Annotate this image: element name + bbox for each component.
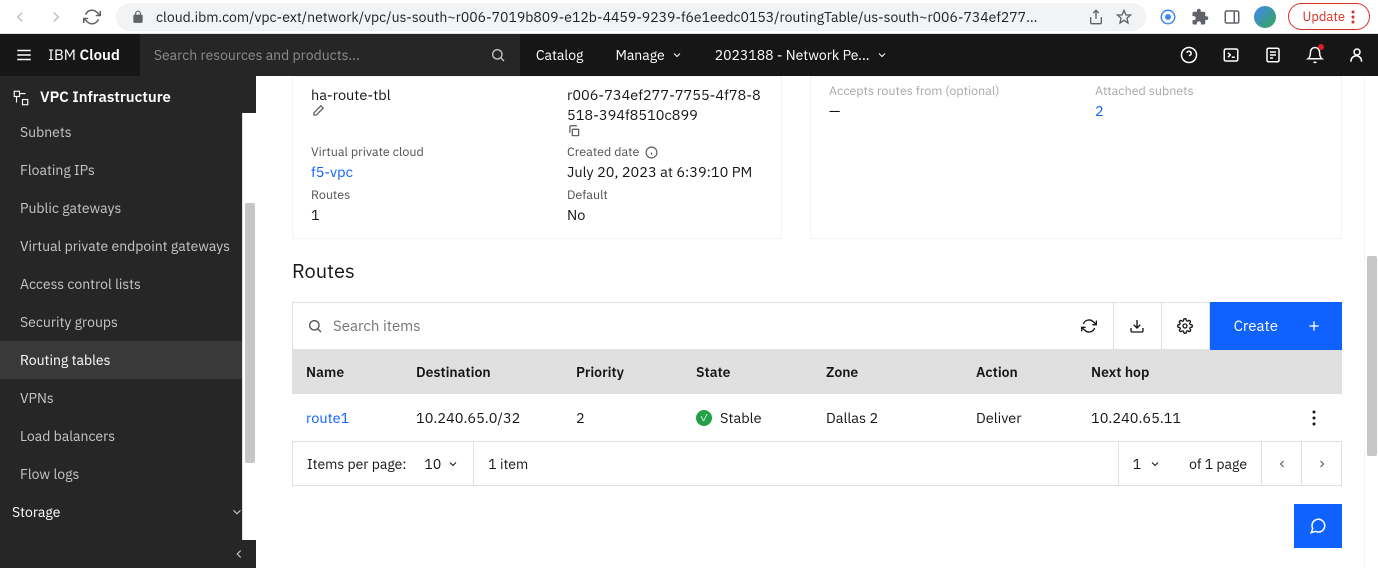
manage-dropdown[interactable]: Manage [599,34,698,76]
routes-table: Name Destination Priority State Zone Act… [292,350,1342,442]
sidebar-item-vpe-gateways[interactable]: Virtual private endpoint gateways [0,227,256,265]
row-overflow-menu[interactable] [1298,410,1342,426]
items-per-page-select[interactable]: 10 [424,455,459,473]
table-row[interactable]: route1 10.240.65.0/32 2 ✓Stable Dallas 2… [292,394,1342,442]
edit-icon[interactable] [311,104,531,118]
search-icon[interactable] [490,47,506,63]
col-nexthop[interactable]: Next hop [1077,363,1298,381]
sidebar-collapse-button[interactable] [0,540,256,568]
sidebar-item-flow-logs[interactable]: Flow logs [0,455,256,493]
download-button[interactable] [1114,302,1162,350]
brand-logo[interactable]: IBM Cloud [48,46,140,65]
prev-page-button[interactable] [1261,442,1301,485]
routes-count-label: Routes [311,187,531,203]
search-icon [307,318,323,334]
sidebar-item-vpns[interactable]: VPNs [0,379,256,417]
default-label: Default [567,187,608,203]
sidebar-item-public-gateways[interactable]: Public gateways [0,189,256,227]
refresh-button[interactable] [1066,302,1114,350]
browser-forward-button[interactable] [44,5,68,29]
menu-toggle-button[interactable] [0,46,48,64]
notifications-icon[interactable] [1294,34,1336,76]
subnets-label: Attached subnets [1095,83,1194,99]
main-scrollbar[interactable] [1364,76,1378,568]
route-table-id: r006-734ef277-7755-4f78-8518-394f8510c89… [567,83,761,138]
browser-url-bar[interactable]: cloud.ibm.com/vpc-ext/network/vpc/us-sou… [116,3,1146,31]
accepts-label: Accepts routes from (optional) [829,83,1059,99]
chat-button[interactable] [1294,504,1342,548]
info-icon[interactable] [645,146,658,159]
route-nexthop: 10.240.65.11 [1077,408,1298,427]
create-route-button[interactable]: Create [1210,302,1342,350]
route-zone: Dallas 2 [812,408,962,427]
browser-url-text: cloud.ibm.com/vpc-ext/network/vpc/us-sou… [156,8,1078,26]
sidebar-item-acls[interactable]: Access control lists [0,265,256,303]
page-select[interactable]: 1 [1118,442,1175,485]
route-name-link[interactable]: route1 [292,408,402,427]
global-search-input[interactable] [154,46,490,64]
sidebar-item-routing-tables[interactable]: Routing tables [0,341,256,379]
profile-avatar[interactable] [1254,6,1276,28]
browser-reload-button[interactable] [80,5,104,29]
browser-back-button[interactable] [8,5,32,29]
infrastructure-icon [12,89,30,107]
col-zone[interactable]: Zone [812,363,962,381]
page-of-label: of 1 page [1175,442,1261,485]
route-destination: 10.240.65.0/32 [402,408,562,427]
sidebar-item-load-balancers[interactable]: Load balancers [0,417,256,455]
user-icon[interactable] [1336,34,1378,76]
subnets-link[interactable]: 2 [1095,99,1194,120]
created-value: July 20, 2023 at 6:39:10 PM [567,160,752,181]
share-icon[interactable] [1086,7,1106,27]
vpc-link[interactable]: f5-vpc [311,160,531,181]
shell-icon[interactable] [1210,34,1252,76]
table-pagination: Items per page: 10 1 item 1 of 1 page [292,442,1342,486]
puzzle-icon[interactable] [1190,7,1210,27]
accepts-value: — [829,99,1059,120]
col-name[interactable]: Name [292,363,402,381]
items-per-page-label: Items per page: [307,455,406,473]
cost-icon[interactable] [1252,34,1294,76]
sidebar-item-security-groups[interactable]: Security groups [0,303,256,341]
lock-icon [128,7,148,27]
routes-search-box[interactable] [292,302,1066,350]
route-priority: 2 [562,408,682,427]
col-priority[interactable]: Priority [562,363,682,381]
account-dropdown[interactable]: 2023188 - Network Pe... [699,34,904,76]
col-state[interactable]: State [682,363,812,381]
checkmark-icon: ✓ [696,410,712,426]
sidebar-item-floating-ips[interactable]: Floating IPs [0,151,256,189]
routes-heading: Routes [292,257,1342,284]
sidebar-scrollbar[interactable] [242,113,256,540]
route-state: ✓Stable [682,408,812,427]
notification-dot [1318,44,1324,50]
routes-search-input[interactable] [333,317,1052,336]
browser-update-button[interactable]: Update [1288,3,1370,30]
item-count: 1 item [474,455,1117,473]
created-label: Created date [567,144,752,160]
route-action: Deliver [962,408,1077,427]
sidebar-item-subnets[interactable]: Subnets [0,113,256,151]
global-search[interactable] [140,34,520,76]
col-action[interactable]: Action [962,363,1077,381]
copy-icon[interactable] [567,124,761,138]
sidepanel-icon[interactable] [1222,7,1242,27]
default-value: No [567,203,608,224]
sidebar-title: VPC Infrastructure [0,76,256,113]
extension-icon[interactable] [1158,7,1178,27]
route-table-name: ha-route-tbl [311,83,531,118]
next-page-button[interactable] [1301,442,1341,485]
help-icon[interactable] [1168,34,1210,76]
catalog-link[interactable]: Catalog [520,34,600,76]
col-destination[interactable]: Destination [402,363,562,381]
routes-count-value: 1 [311,203,531,224]
star-icon[interactable] [1114,7,1134,27]
vpc-label: Virtual private cloud [311,144,531,160]
settings-button[interactable] [1162,302,1210,350]
sidebar-section-storage[interactable]: Storage [0,493,256,531]
